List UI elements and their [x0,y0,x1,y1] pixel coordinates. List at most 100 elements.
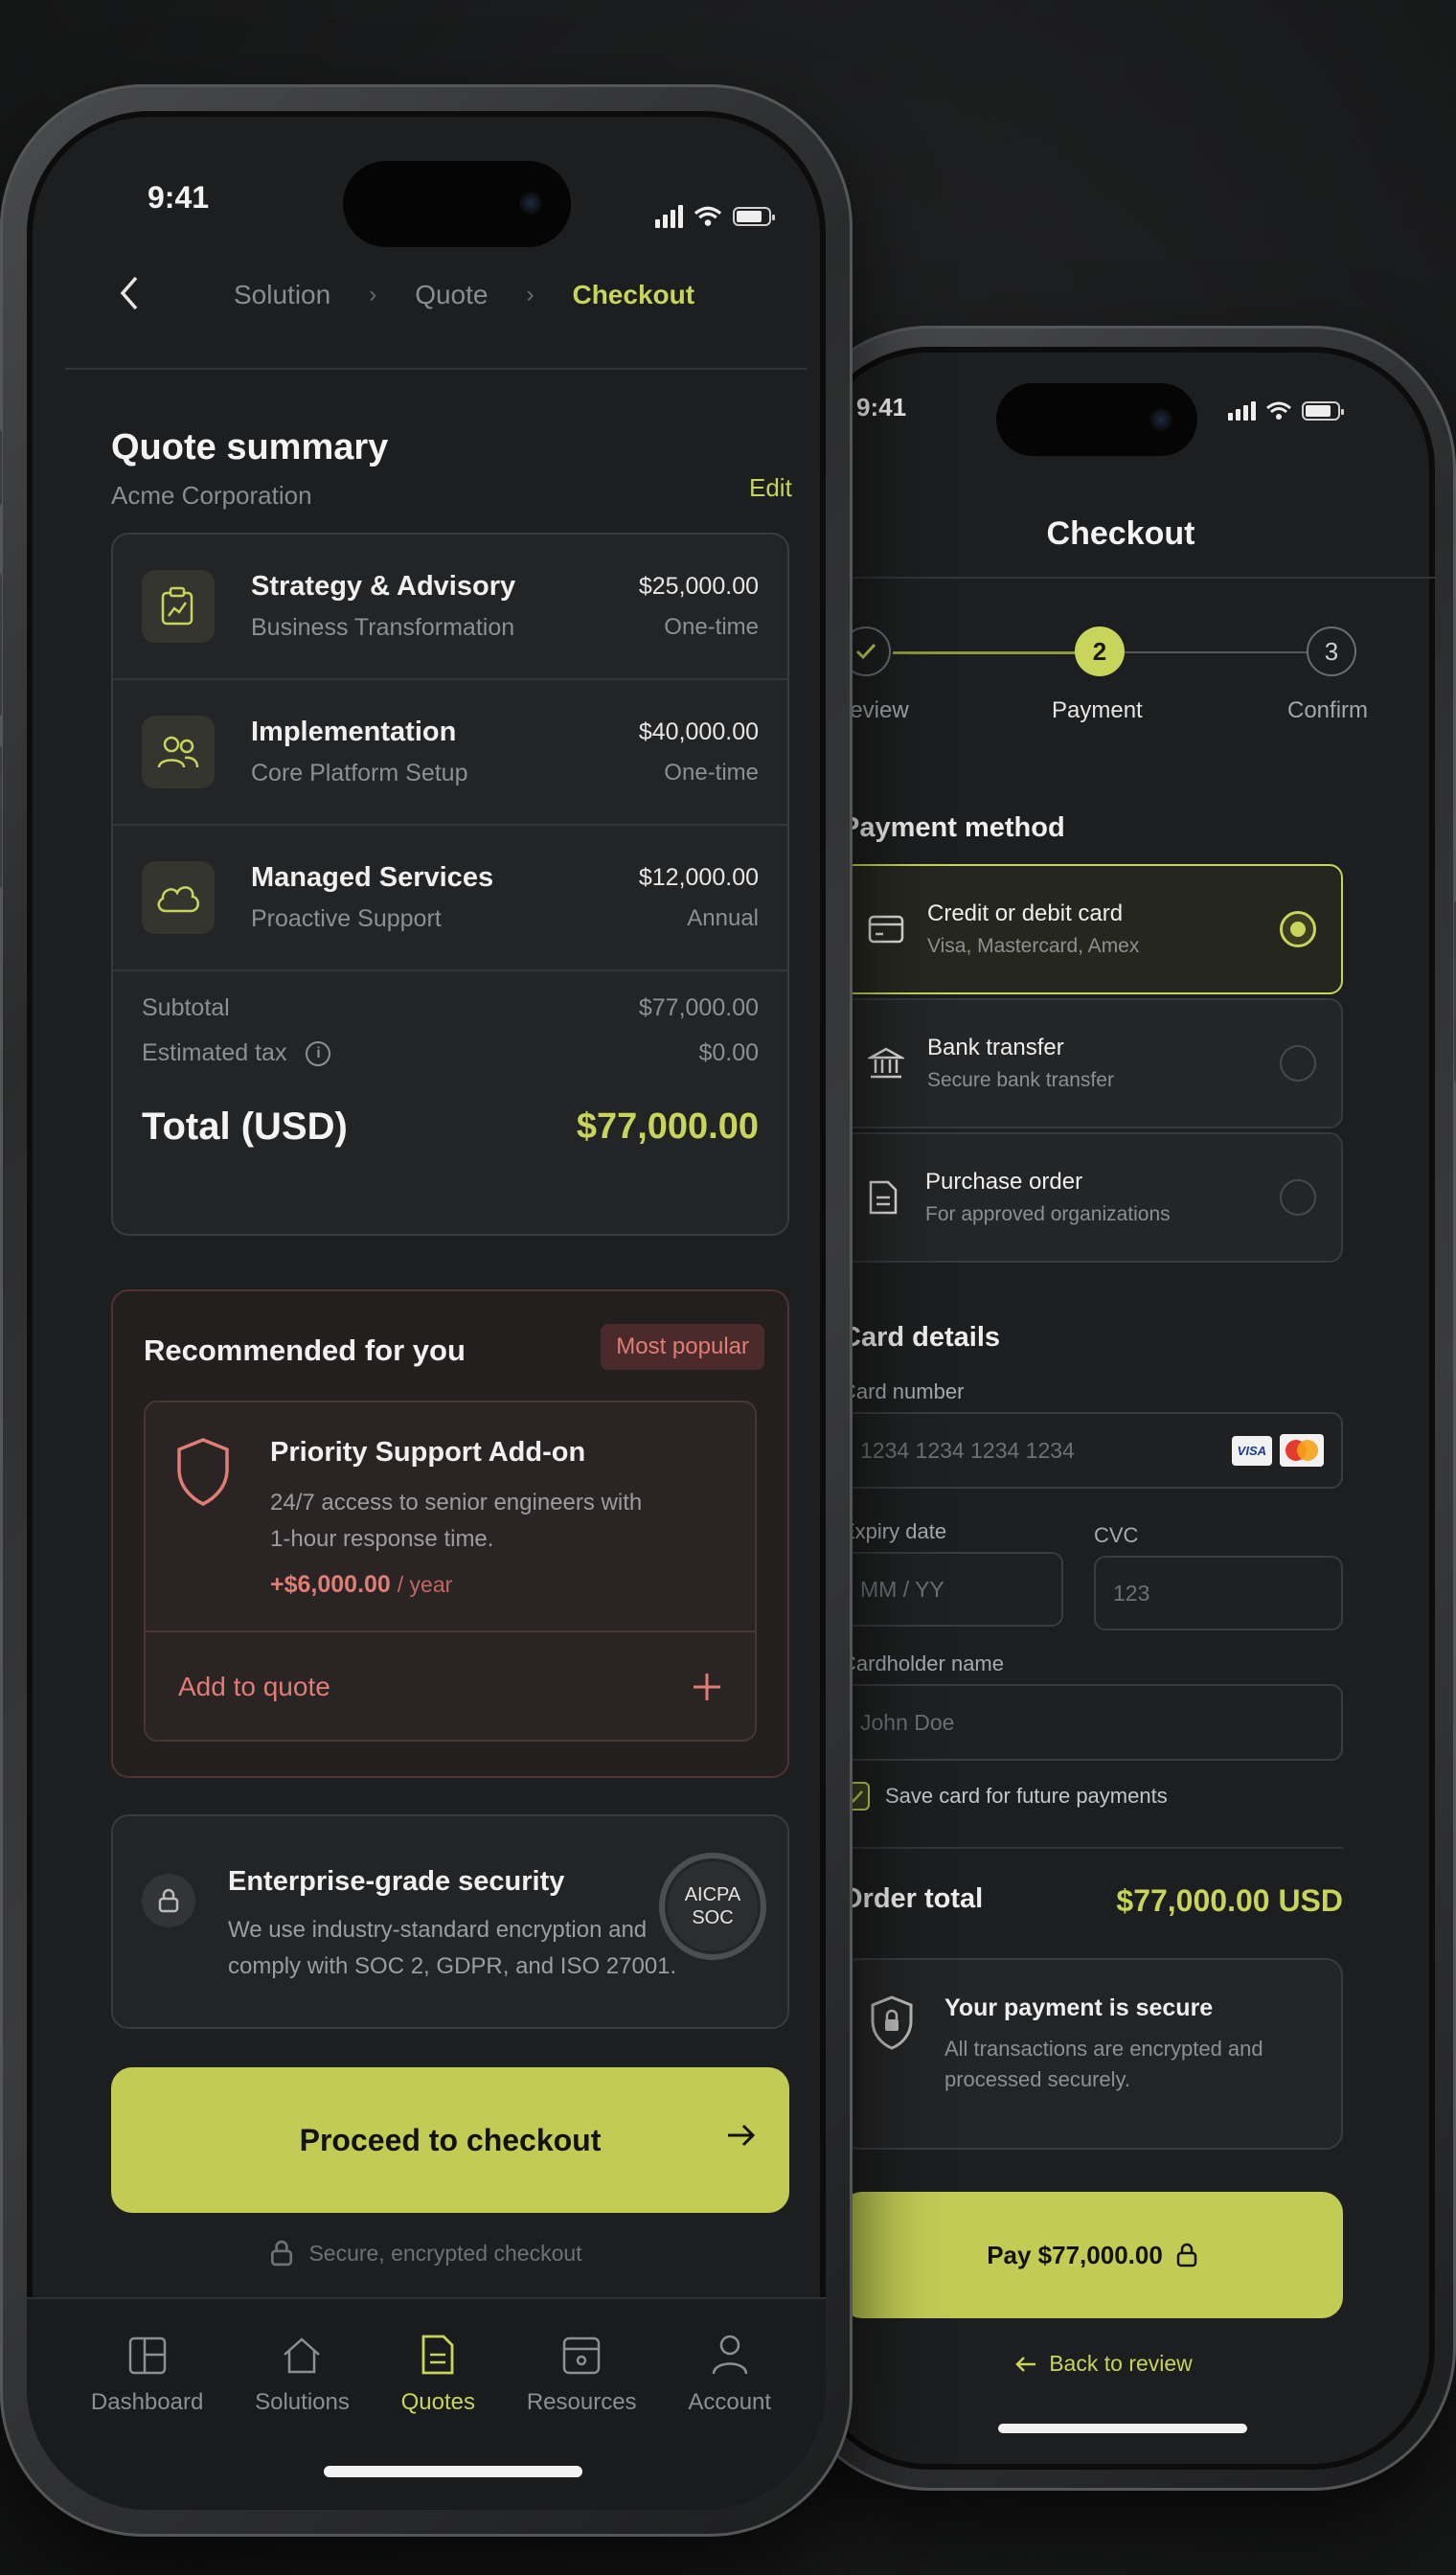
battery-icon [733,207,775,226]
home-icon [284,2337,321,2374]
add-to-quote-label: Add to quote [178,1672,330,1701]
signal-icon [1228,401,1256,421]
order-total-label: Order total [841,1883,984,1914]
cardholder-input[interactable]: John Doe [841,1684,1343,1761]
step-payment-number: 2 [1075,627,1125,676]
secure-payment-card: Your payment is secure All transactions … [841,1958,1343,2150]
tax-value: $0.00 [698,1039,759,1066]
line-item-frequency: One-time [664,613,759,640]
bank-icon [868,1047,904,1079]
radio-unselected[interactable] [1280,1045,1316,1082]
cta-label: Proceed to checkout [299,2122,602,2157]
tab-quotes[interactable]: Quotes [401,2334,475,2416]
quote-screen: 9:41 Solution › Quote › Checkout Quote s… [27,111,826,2510]
arrow-right-icon [728,2124,756,2147]
card-icon [868,915,904,944]
breadcrumb-checkout[interactable]: Checkout [572,280,694,310]
breadcrumb-solution[interactable]: Solution [234,280,330,310]
edit-link[interactable]: Edit [749,473,792,503]
radio-selected[interactable] [1280,911,1316,947]
radio-unselected[interactable] [1280,1179,1316,1216]
save-card-label: Save card for future payments [885,1784,1168,1808]
mastercard-icon [1280,1434,1324,1467]
checkout-screen: 9:41 Checkout Review 2 Payment 3 Confirm… [807,347,1435,2470]
cardholder-placeholder: John Doe [860,1709,955,1735]
breadcrumb-separator: › [526,282,535,308]
order-divider [841,1847,1343,1849]
wifi-icon [694,206,722,226]
status-icons [655,205,775,228]
payment-option-title: Bank transfer [927,1035,1064,1060]
checkout-stepper: Review 2 Payment 3 Confirm [833,625,1406,759]
info-icon[interactable]: i [306,1040,331,1066]
tab-resources[interactable]: Resources [527,2336,637,2416]
status-time: 9:41 [856,393,907,422]
checkout-phone: 9:41 Checkout Review 2 Payment 3 Confirm… [785,326,1456,2491]
header-divider [65,368,807,370]
recommended-title: Recommended for you [144,1333,466,1367]
line-item-frequency: Annual [687,904,759,931]
line-item[interactable]: Implementation Core Platform Setup $40,0… [113,680,787,826]
tab-account[interactable]: Account [688,2334,771,2416]
cvc-label: CVC [1094,1523,1139,1547]
subtotal-label: Subtotal [142,994,230,1021]
shield-icon [871,1995,913,2050]
order-total-value: $77,000.00 USD [1116,1883,1343,1918]
status-time: 9:41 [148,180,210,215]
secure-checkout-note: Secure, encrypted checkout [27,2240,826,2267]
pay-button[interactable]: Pay $77,000.00 [841,2192,1343,2318]
payment-option-title: Purchase order [925,1169,1083,1195]
camera-icon [519,192,542,215]
security-card: Enterprise-grade security We use industr… [111,1814,789,2029]
step-payment-label: Payment [1052,697,1143,723]
expiry-label: Expiry date [841,1519,947,1543]
dynamic-island [343,161,571,247]
addon-period: / year [397,1572,453,1597]
wifi-icon [1266,401,1291,420]
payment-option-bank[interactable]: Bank transfer Secure bank transfer [841,998,1343,1128]
tab-dashboard[interactable]: Dashboard [91,2336,203,2416]
back-to-review-link[interactable]: Back to review [807,2351,1400,2377]
line-item-name: Managed Services [251,862,494,893]
payment-method-list: Credit or debit card Visa, Mastercard, A… [841,864,1343,1266]
breadcrumb-quote[interactable]: Quote [415,280,488,310]
pay-label: Pay $77,000.00 [987,2240,1163,2269]
line-item[interactable]: Strategy & Advisory Business Transformat… [113,535,787,680]
home-indicator [324,2466,582,2477]
document-icon [421,2335,454,2375]
tab-bar: Dashboard Solutions Quotes Resources Acc… [27,2297,826,2510]
save-card-row[interactable]: Save card for future payments [841,1782,1168,1811]
expiry-input[interactable]: MM / YY [841,1552,1063,1627]
badge-line-1: AICPA [684,1884,741,1905]
arrow-left-icon [1015,2356,1036,2372]
document-icon [869,1180,898,1215]
payment-option-po[interactable]: Purchase order For approved organization… [841,1132,1343,1263]
most-popular-badge: Most popular [601,1324,764,1370]
secure-desc-2: processed securely. [944,2067,1131,2091]
payment-option-card[interactable]: Credit or debit card Visa, Mastercard, A… [841,864,1343,994]
total-label: Total (USD) [142,1105,348,1148]
payment-option-sub: For approved organizations [925,1203,1171,1225]
back-chevron-icon[interactable] [117,274,142,312]
quote-summary-title: Quote summary [111,427,389,467]
line-item[interactable]: Managed Services Proactive Support $12,0… [113,826,787,971]
line-item-amount: $40,000.00 [638,718,759,745]
step-confirm-label: Confirm [1287,697,1369,723]
lock-icon [1176,2243,1197,2267]
proceed-to-checkout-button[interactable]: Proceed to checkout [111,2067,789,2213]
totals-block: Subtotal $77,000.00 Estimated tax i $0.0… [142,994,759,1149]
line-item-amount: $12,000.00 [638,863,759,891]
add-to-quote-button[interactable]: Add to quote [146,1632,755,1742]
subtotal-value: $77,000.00 [638,994,759,1021]
home-indicator [998,2424,1247,2433]
secure-note-label: Secure, encrypted checkout [308,2240,582,2266]
company-name: Acme Corporation [111,481,312,510]
card-number-input[interactable]: 1234 1234 1234 1234 VISA [841,1412,1343,1489]
cvc-input[interactable]: 123 [1094,1556,1343,1630]
step-connector-1 [893,651,1075,654]
security-desc: We use industry-standard encryption and … [228,1912,676,1985]
tab-solutions[interactable]: Solutions [255,2336,350,2416]
security-title: Enterprise-grade security [228,1866,565,1897]
mute-switch [0,429,2,506]
aicpa-soc-badge: AICPA SOC [659,1853,766,1960]
